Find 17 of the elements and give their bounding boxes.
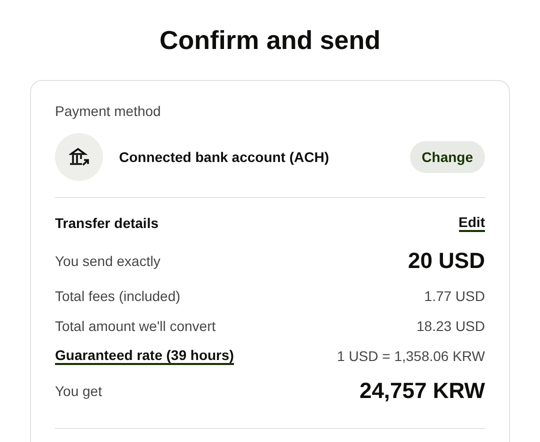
account-name: Connected bank account (ACH): [119, 149, 330, 165]
page-title: Confirm and send: [159, 24, 380, 56]
detail-label: You send exactly: [55, 253, 160, 269]
rate-link[interactable]: Guaranteed rate (39 hours): [55, 347, 234, 365]
detail-value: 20 USD: [408, 248, 485, 274]
detail-label: You get: [55, 383, 102, 399]
section-heading: Transfer details: [55, 215, 158, 231]
detail-value: 1.77 USD: [424, 288, 485, 304]
detail-value: 24,757 KRW: [359, 378, 485, 404]
detail-label: Total amount we'll convert: [55, 318, 216, 334]
detail-value: 1 USD = 1,358.06 KRW: [337, 348, 485, 364]
change-button[interactable]: Change: [410, 141, 485, 173]
bank-icon: [69, 147, 89, 167]
section-heading: Payment method: [55, 103, 162, 119]
detail-value: 18.23 USD: [416, 318, 485, 334]
edit-link[interactable]: Edit: [458, 214, 485, 232]
detail-label: Total fees (included): [55, 288, 180, 304]
